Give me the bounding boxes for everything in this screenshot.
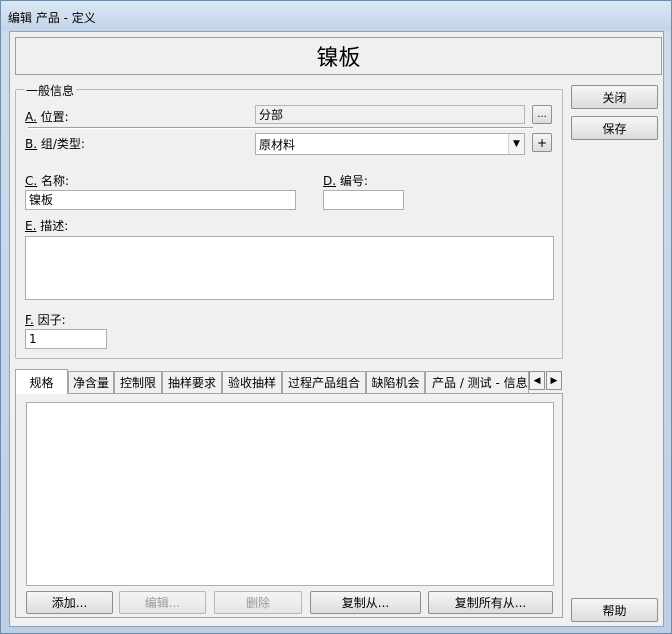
- spec-list[interactable]: [26, 402, 554, 586]
- add-button[interactable]: 添加...: [26, 591, 113, 614]
- description-input[interactable]: [25, 236, 554, 300]
- add-group-button[interactable]: +: [532, 133, 552, 152]
- number-label: D. 编号:: [323, 174, 368, 188]
- group-legend: 一般信息: [24, 82, 77, 99]
- name-label: C. 名称:: [25, 174, 70, 188]
- page-title: 镍板: [316, 46, 361, 71]
- tab-net-content[interactable]: 净含量: [68, 371, 114, 393]
- name-input[interactable]: 镍板: [25, 190, 296, 210]
- location-browse-button[interactable]: ...: [532, 105, 552, 124]
- dialog-client-area: 镍板 一般信息 A. 位置: 分部 ... B. 组/类型: 原材料 ▼ + C…: [9, 31, 664, 627]
- product-header: 镍板: [15, 37, 662, 75]
- help-button[interactable]: 帮助: [571, 598, 658, 622]
- delete-button[interactable]: 删除: [214, 591, 302, 614]
- factor-label: F. 因子:: [25, 313, 66, 327]
- chevron-down-icon[interactable]: ▼: [508, 134, 524, 154]
- group-type-value: 原材料: [259, 138, 296, 152]
- tab-product-test-info[interactable]: 产品 / 测试 - 信息: [425, 371, 529, 393]
- tab-defect-opportunities[interactable]: 缺陷机会: [366, 371, 425, 393]
- number-input[interactable]: [323, 190, 404, 210]
- location-field: 分部: [255, 105, 525, 124]
- general-info-group: 一般信息 A. 位置: 分部 ... B. 组/类型: 原材料 ▼ + C. 名…: [15, 82, 563, 359]
- window-title: 编辑 产品 - 定义: [8, 11, 96, 25]
- tab-scroll-right-icon[interactable]: ▶: [546, 371, 562, 390]
- tab-process-product-mix[interactable]: 过程产品组合: [282, 371, 366, 393]
- tab-sampling-requirements[interactable]: 抽样要求: [162, 371, 222, 393]
- title-bar[interactable]: 编辑 产品 - 定义: [1, 1, 671, 31]
- close-button[interactable]: 关闭: [571, 85, 658, 109]
- tab-spec[interactable]: 规格: [15, 369, 68, 394]
- copy-from-button[interactable]: 复制从...: [310, 591, 421, 614]
- dialog-window: 编辑 产品 - 定义 镍板 一般信息 A. 位置: 分部 ... B. 组/类型…: [0, 0, 672, 634]
- tab-acceptance-sampling[interactable]: 验收抽样: [222, 371, 282, 393]
- location-label: A. 位置:: [25, 110, 69, 124]
- factor-input[interactable]: 1: [25, 329, 107, 349]
- tab-scroll-left-icon[interactable]: ◀: [529, 371, 545, 390]
- tab-strip: 规格 净含量 控制限 抽样要求 验收抽样 过程产品组合 缺陷机会 产品 / 测试…: [15, 369, 563, 394]
- group-type-select[interactable]: 原材料 ▼: [255, 133, 525, 155]
- save-button[interactable]: 保存: [571, 116, 658, 140]
- description-label: E. 描述:: [25, 219, 69, 233]
- tab-panel: [15, 393, 563, 618]
- form-divider: [28, 127, 533, 129]
- tab-control-limits[interactable]: 控制限: [114, 371, 162, 393]
- edit-button[interactable]: 编辑...: [119, 591, 206, 614]
- copy-all-from-button[interactable]: 复制所有从...: [428, 591, 553, 614]
- group-type-label: B. 组/类型:: [25, 137, 85, 151]
